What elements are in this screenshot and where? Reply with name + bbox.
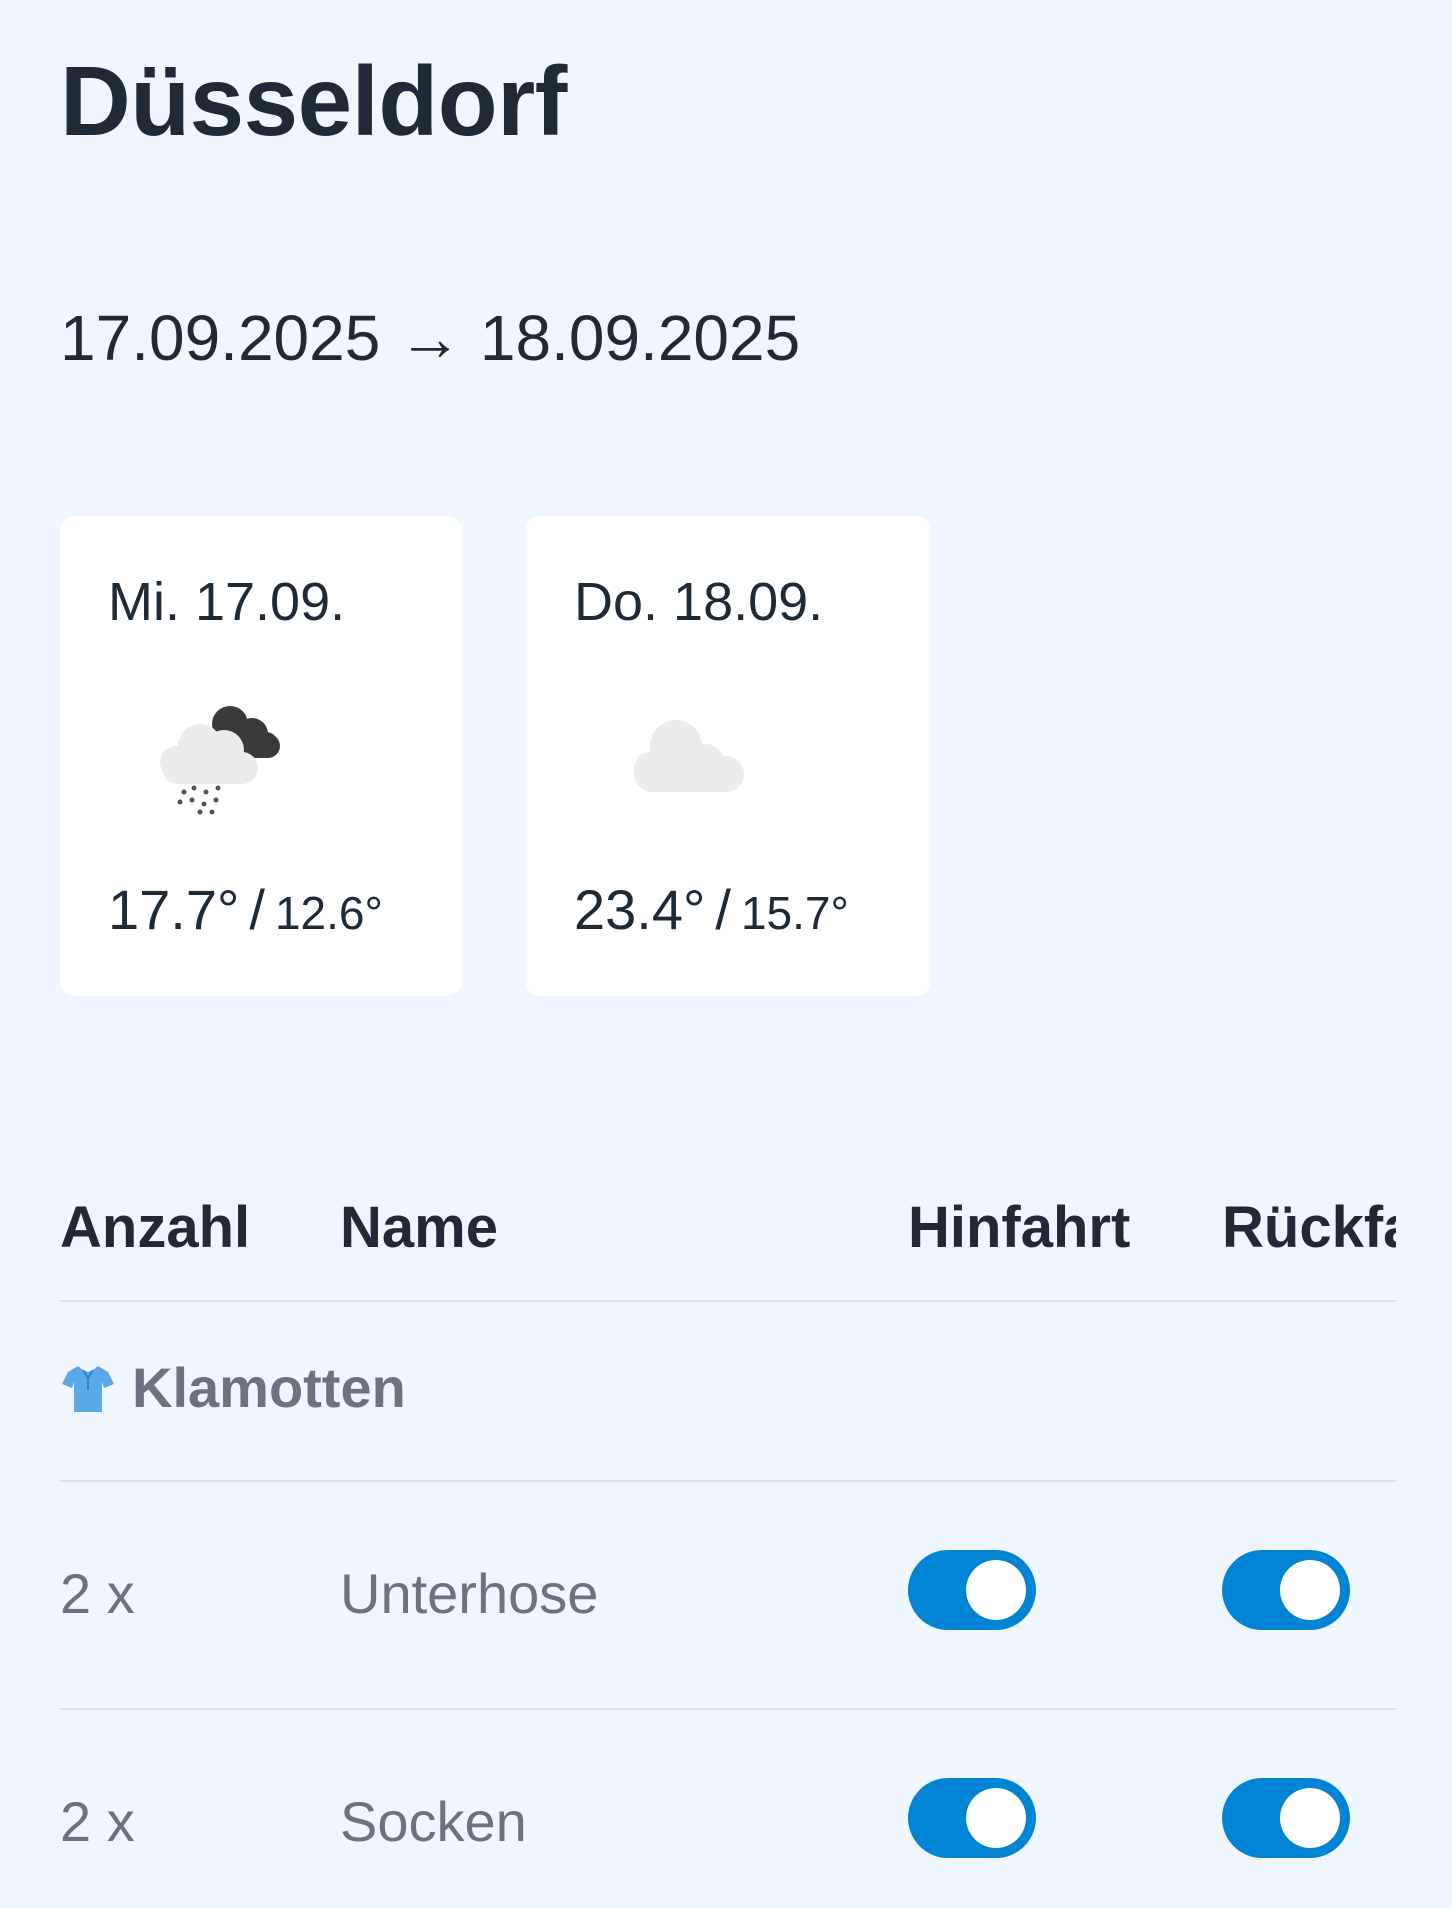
column-header-anzahl[interactable]: Anzahl <box>60 1178 250 1278</box>
trip-date-range: 17.09.2025 → 18.09.2025 <box>60 302 801 374</box>
category-name: Klamotten <box>132 1356 406 1419</box>
toggle-knob <box>966 1560 1026 1620</box>
weather-temperature: 23.4°/15.7° <box>574 878 849 945</box>
toggle-knob <box>1280 1788 1340 1848</box>
column-header-hinfahrt[interactable]: Hinfahrt <box>908 1178 1130 1278</box>
temperature-min: 15.7° <box>740 887 849 939</box>
temperature-max: 17.7° <box>108 878 240 941</box>
hinfahrt-toggle[interactable] <box>908 1550 1036 1630</box>
item-name: Socken <box>340 1790 527 1853</box>
table-header-row: Anzahl Name Hinfahrt Rückfahrt <box>60 1156 1396 1302</box>
temperature-separator: / <box>715 878 731 941</box>
toggle-knob <box>966 1788 1026 1848</box>
page-title: Düsseldorf <box>60 46 567 156</box>
category-label: Klamotten <box>60 1338 406 1438</box>
weather-card: Mi. 17.09. 17.7° / 12.6° <box>60 516 462 996</box>
category-row: Klamotten <box>60 1302 1396 1482</box>
cloud-icon <box>634 720 744 792</box>
toggle-knob <box>1280 1560 1340 1620</box>
trip-page: Düsseldorf 17.09.2025 → 18.09.2025 Mi. 1… <box>0 0 1452 1908</box>
hinfahrt-toggle[interactable] <box>908 1778 1036 1858</box>
rueckfahrt-toggle[interactable] <box>1222 1778 1350 1858</box>
weather-day: Do. 18.09. <box>574 572 824 632</box>
temperature-max: 23.4° <box>574 878 706 941</box>
weather-day: Mi. 17.09. <box>108 572 346 632</box>
rueckfahrt-toggle[interactable] <box>1222 1550 1350 1630</box>
table-row: 2 x Unterhose <box>60 1482 1396 1710</box>
column-header-rueckfahrt[interactable]: Rückfahrt <box>1222 1178 1396 1278</box>
item-count: 2 x <box>60 1790 135 1853</box>
table-row: 2 x Socken <box>60 1710 1396 1908</box>
temperature-separator: / <box>249 878 265 941</box>
item-name: Unterhose <box>340 1562 599 1625</box>
weather-temperature: 17.7°/12.6° <box>108 878 383 945</box>
column-header-name[interactable]: Name <box>340 1178 498 1278</box>
rain-cloud-icon <box>160 706 280 815</box>
temperature-min: 12.6° <box>274 887 383 939</box>
shirt-icon <box>62 1366 114 1412</box>
weather-card: Do. 18.09. 23.4°/15.7° <box>526 516 930 996</box>
item-count: 2 x <box>60 1562 135 1625</box>
packing-table: Anzahl Name Hinfahrt Rückfahrt Klamotten… <box>60 1156 1396 1908</box>
